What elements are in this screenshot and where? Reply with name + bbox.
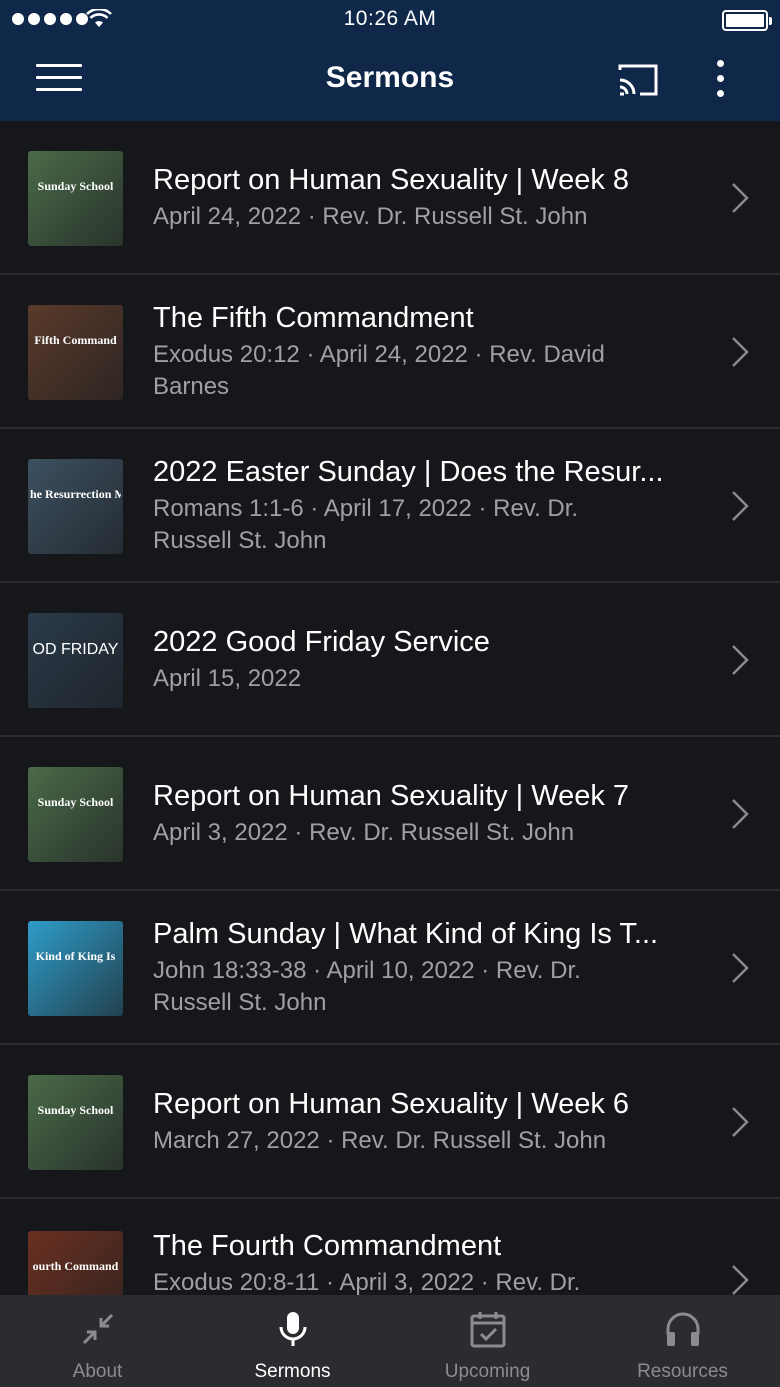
thumbnail-text: Kind of King Is [35,949,116,963]
sermon-thumbnail: ourth Command [28,1231,123,1295]
bottom-tab-bar: About Sermons Upcoming Resources [0,1295,780,1387]
sermon-thumbnail: OD FRIDAY [28,613,123,708]
tab-sermons[interactable]: Sermons [195,1295,390,1387]
page-title: Sermons [325,61,455,94]
more-options-icon[interactable] [704,56,736,102]
sermon-row[interactable]: Sunday School Report on Human Sexuality … [0,121,780,275]
chevron-right-icon [732,799,749,829]
status-bar: 10:26 AM [0,0,780,40]
status-time: 10:26 AM [343,7,437,30]
sermon-row[interactable]: Kind of King Is Palm Sunday | What Kind … [0,891,780,1045]
sermon-title: Report on Human Sexuality | Week 6 [153,1088,630,1120]
chevron-right-icon [732,645,749,675]
calendar-check-icon [470,1312,505,1348]
battery-icon [722,10,772,31]
sermon-title: The Fifth Commandment [153,302,474,334]
thumbnail-text: he Resurrection M [30,487,121,501]
chevron-right-icon [732,1265,749,1295]
tab-label: About [72,1361,123,1382]
sermon-meta: Exodus 20:8-11 · April 3, 2022 · Rev. Dr… [153,1269,581,1295]
sermon-thumbnail: Sunday School [28,767,123,862]
sermon-title: Palm Sunday | What Kind of King Is T... [153,918,659,950]
thumbnail-text: Sunday School [37,179,114,193]
sermon-row[interactable]: Sunday School Report on Human Sexuality … [0,1045,780,1199]
collapse-arrows-icon [82,1313,113,1345]
sermon-thumbnail: Sunday School [28,151,123,246]
sermon-title: Report on Human Sexuality | Week 8 [153,164,630,196]
chevron-right-icon [732,953,749,983]
headphones-icon [666,1312,699,1346]
tab-label: Resources [637,1361,728,1382]
thumbnail-text: Sunday School [37,1103,114,1117]
sermon-row[interactable]: Sunday School Report on Human Sexuality … [0,737,780,891]
thumbnail-text: OD FRIDAY [32,641,119,658]
sermon-row[interactable]: OD FRIDAY 2022 Good Friday Service April… [0,583,780,737]
sermon-title: The Fourth Commandment [153,1230,502,1262]
sermon-row[interactable]: Fifth Command The Fifth Commandment Exod… [0,275,780,429]
thumbnail-text: Sunday School [37,795,114,809]
tab-resources[interactable]: Resources [585,1295,780,1387]
sermon-meta: Exodus 20:12 · April 24, 2022 · Rev. Dav… [153,341,605,400]
chevron-right-icon [732,491,749,521]
sermon-thumbnail: Sunday School [28,1075,123,1170]
sermon-row[interactable]: he Resurrection M 2022 Easter Sunday | D… [0,429,780,583]
sermon-meta: April 3, 2022 · Rev. Dr. Russell St. Joh… [153,819,575,846]
thumbnail-text: Fifth Command [34,333,117,347]
microphone-icon [279,1312,306,1346]
sermon-meta: John 18:33-38 · April 10, 2022 · Rev. Dr… [153,957,581,1016]
sermon-list: Sunday School Report on Human Sexuality … [0,121,780,1295]
tab-label: Upcoming [444,1361,531,1382]
sermon-title: 2022 Easter Sunday | Does the Resur... [153,456,664,488]
nav-bar: Sermons [0,40,780,121]
sermon-thumbnail: Kind of King Is [28,921,123,1016]
chevron-right-icon [732,337,749,367]
tab-about[interactable]: About [0,1295,195,1387]
sermon-meta: April 15, 2022 [153,665,302,692]
sermon-meta: April 24, 2022 · Rev. Dr. Russell St. Jo… [153,203,588,230]
sermon-meta: Romans 1:1-6 · April 17, 2022 · Rev. Dr.… [153,495,579,554]
chevron-right-icon [732,1107,749,1137]
sermon-title: 2022 Good Friday Service [153,626,490,658]
chevron-right-icon [732,183,749,213]
app-header: 10:26 AM Sermons [0,0,780,121]
sermon-title: Report on Human Sexuality | Week 7 [153,780,630,812]
sermon-meta: March 27, 2022 · Rev. Dr. Russell St. Jo… [153,1127,607,1154]
sermon-row[interactable]: ourth Command The Fourth Commandment Exo… [0,1199,780,1295]
thumbnail-text: ourth Command [32,1259,119,1273]
tab-upcoming[interactable]: Upcoming [390,1295,585,1387]
sermon-thumbnail: he Resurrection M [28,459,123,554]
sermon-thumbnail: Fifth Command [28,305,123,400]
cast-icon[interactable] [614,60,662,100]
tab-label: Sermons [254,1361,331,1382]
